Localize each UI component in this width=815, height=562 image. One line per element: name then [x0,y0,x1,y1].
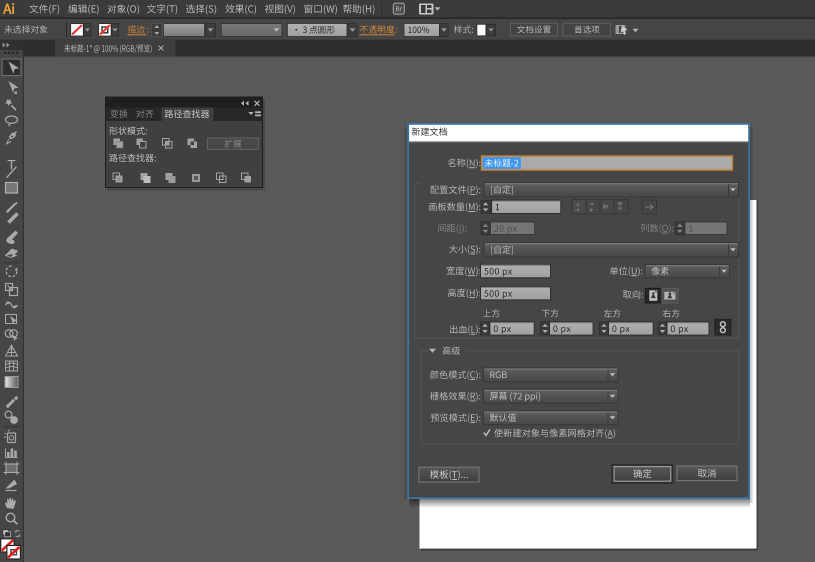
svg-text:T: T [7,158,15,173]
